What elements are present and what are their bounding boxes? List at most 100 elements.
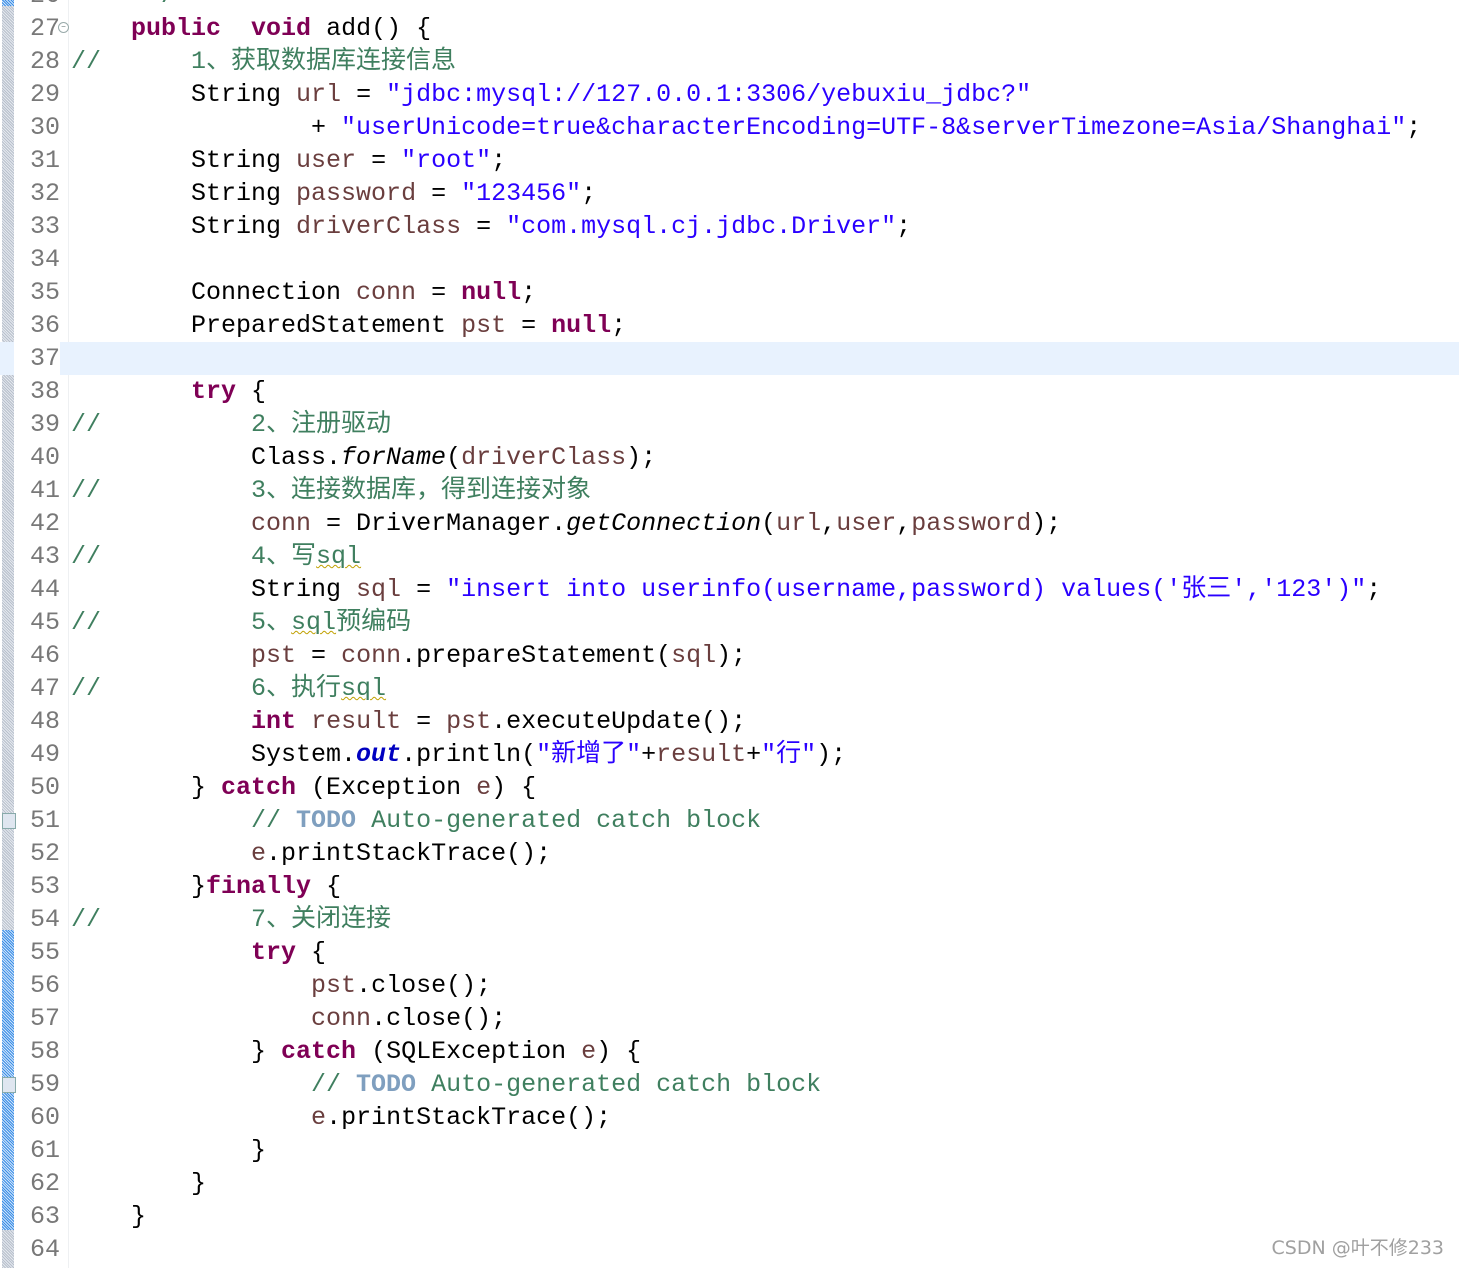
code-token: .printStackTrace(); — [266, 839, 552, 868]
code-token: // 7、关闭连接 — [71, 905, 392, 934]
code-editor[interactable]: 26 */27− public void add() {28// 1、获取数据库… — [0, 0, 1459, 1266]
code-line[interactable]: 38 try { — [0, 375, 1459, 408]
code-line[interactable]: 60 e.printStackTrace(); — [0, 1101, 1459, 1134]
code-token: ; — [581, 179, 597, 208]
fold-collapse-icon[interactable]: − — [58, 22, 69, 33]
code-line[interactable]: 29 String url = "jdbc:mysql://127.0.0.1:… — [0, 78, 1459, 111]
code-line[interactable]: 41 // 3、连接数据库，得到连接对象 — [0, 474, 1459, 507]
code-token: pst — [446, 707, 492, 736]
code-line[interactable]: 56 pst.close(); — [0, 969, 1459, 1002]
line-number: 31 — [29, 146, 60, 175]
code-line[interactable]: 33 String driverClass = "com.mysql.cj.jd… — [0, 210, 1459, 243]
line-number: 59 — [29, 1070, 60, 1099]
code-line[interactable]: 36 PreparedStatement pst = null; — [0, 309, 1459, 342]
line-number: 39 — [29, 410, 60, 439]
code-line[interactable]: 34 — [0, 243, 1459, 276]
line-number: 50 — [29, 773, 60, 802]
code-token: // 5、 — [71, 608, 292, 637]
code-line[interactable]: 57 conn.close(); — [0, 1002, 1459, 1035]
watermark: CSDN @叶不修233 — [1271, 1237, 1444, 1259]
code-token: sql — [291, 608, 337, 637]
code-token: = DriverManager. — [311, 509, 567, 538]
code-token: catch — [221, 773, 297, 802]
line-number: 30 — [29, 113, 60, 142]
line-number: 28 — [29, 47, 60, 76]
code-token: conn — [356, 278, 417, 307]
code-token: } — [71, 1202, 147, 1231]
code-line[interactable]: 31 String user = "root"; — [0, 144, 1459, 177]
code-token: forName — [341, 443, 447, 472]
line-number: 48 — [29, 707, 60, 736]
code-token: = — [416, 179, 462, 208]
line-number: 40 — [29, 443, 60, 472]
code-token: 预编码 — [336, 608, 412, 637]
task-marker-icon[interactable] — [2, 813, 16, 829]
line-number: 61 — [29, 1136, 60, 1165]
code-line[interactable]: 58 } catch (SQLException e) { — [0, 1035, 1459, 1068]
line-number: 36 — [29, 311, 60, 340]
code-token: { — [311, 872, 342, 901]
code-line[interactable]: 55 try { — [0, 936, 1459, 969]
code-line[interactable]: 46 pst = conn.prepareStatement(sql); — [0, 639, 1459, 672]
code-text: String url = "jdbc:mysql://127.0.0.1:330… — [71, 78, 1031, 111]
code-line[interactable]: 40 Class.forName(driverClass); — [0, 441, 1459, 474]
code-token: { — [296, 938, 327, 967]
code-token: add() { — [311, 14, 432, 43]
code-token: pst — [251, 641, 297, 670]
code-text: }finally { — [71, 870, 341, 903]
code-line[interactable]: 64 — [0, 1233, 1459, 1266]
code-line[interactable]: 62 } — [0, 1167, 1459, 1200]
code-text: Connection conn = null; — [71, 276, 536, 309]
code-token: void — [251, 14, 312, 43]
code-text: String sql = "insert into userinfo(usern… — [71, 573, 1381, 606]
code-token: ; — [521, 278, 537, 307]
code-token: , — [821, 509, 837, 538]
code-text: try { — [71, 375, 266, 408]
code-token: = — [401, 575, 447, 604]
code-line[interactable]: 52 e.printStackTrace(); — [0, 837, 1459, 870]
code-token: ; — [896, 212, 912, 241]
line-number: 27 — [29, 14, 60, 43]
code-line[interactable]: 53 }finally { — [0, 870, 1459, 903]
code-token: } — [71, 872, 207, 901]
task-marker-icon[interactable] — [2, 1077, 16, 1093]
code-line[interactable]: 61 } — [0, 1134, 1459, 1167]
code-line[interactable]: 51 // TODO Auto-generated catch block — [0, 804, 1459, 837]
code-token: sql — [341, 674, 387, 703]
code-token: "123456" — [461, 179, 582, 208]
code-line[interactable]: 27− public void add() { — [0, 12, 1459, 45]
code-line[interactable]: 47 // 6、执行sql — [0, 672, 1459, 705]
code-line[interactable]: 32 String password = "123456"; — [0, 177, 1459, 210]
line-number: 58 — [29, 1037, 60, 1066]
code-line[interactable]: 49 System.out.println("新增了"+result+"行"); — [0, 738, 1459, 771]
code-line[interactable]: 48 int result = pst.executeUpdate(); — [0, 705, 1459, 738]
code-token: .println( — [401, 740, 537, 769]
code-line[interactable]: 54 // 7、关闭连接 — [0, 903, 1459, 936]
code-line[interactable]: 26 */ — [0, 0, 1459, 12]
line-number: 60 — [29, 1103, 60, 1132]
line-number: 45 — [29, 608, 60, 637]
code-line[interactable]: 43 // 4、写sql — [0, 540, 1459, 573]
code-line[interactable]: 39 // 2、注册驱动 — [0, 408, 1459, 441]
code-line[interactable]: 42 conn = DriverManager.getConnection(ur… — [0, 507, 1459, 540]
line-number: 56 — [29, 971, 60, 1000]
code-token: // 2、注册驱动 — [71, 410, 392, 439]
code-line[interactable]: 63 } — [0, 1200, 1459, 1233]
code-line[interactable]: 30 + "userUnicode=true&characterEncoding… — [0, 111, 1459, 144]
code-line[interactable]: 35 Connection conn = null; — [0, 276, 1459, 309]
code-token: ( — [761, 509, 777, 538]
code-token: "com.mysql.cj.jdbc.Driver" — [506, 212, 897, 241]
code-token: "insert into userinfo(username,password)… — [446, 575, 1367, 604]
code-line[interactable]: 59 // TODO Auto-generated catch block — [0, 1068, 1459, 1101]
code-line[interactable]: 50 } catch (Exception e) { — [0, 771, 1459, 804]
code-token: try — [251, 938, 297, 967]
code-line[interactable]: 28 // 1、获取数据库连接信息 — [0, 45, 1459, 78]
code-line[interactable]: 44 String sql = "insert into userinfo(us… — [0, 573, 1459, 606]
code-line[interactable]: 37 — [0, 342, 1459, 375]
code-text: pst.close(); — [71, 969, 491, 1002]
code-line[interactable]: 45 // 5、sql预编码 — [0, 606, 1459, 639]
